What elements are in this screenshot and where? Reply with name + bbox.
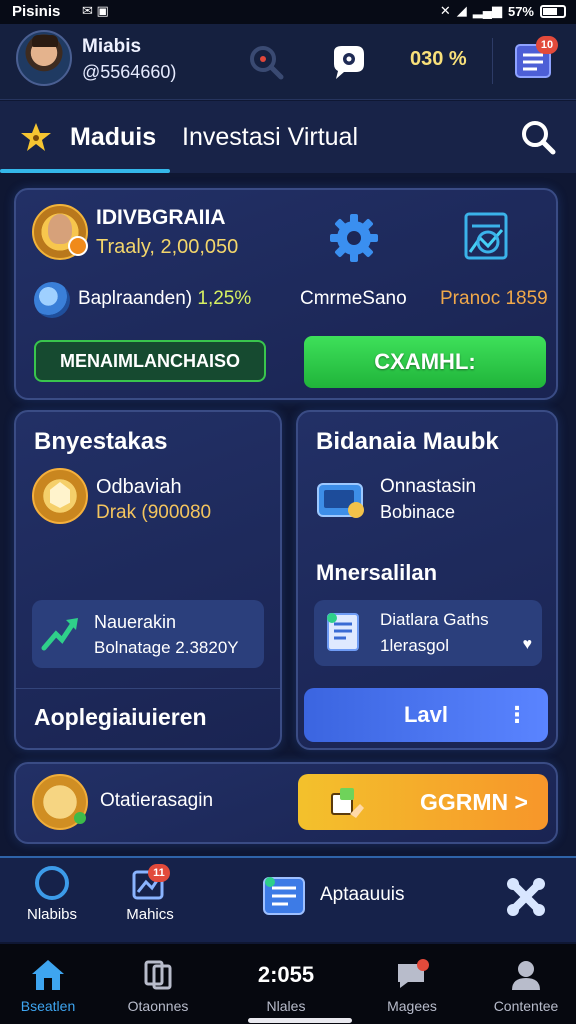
profile-stat-label: Baplraanden) bbox=[78, 288, 193, 309]
profile-name: IDIVBGRAIIA bbox=[96, 206, 226, 229]
message-icon bbox=[394, 958, 430, 992]
profile-stat-value: 1,25% bbox=[197, 288, 252, 309]
carrier-name: Pisinis bbox=[12, 3, 61, 20]
market-action-label: Lavl bbox=[403, 702, 449, 727]
search-icon[interactable] bbox=[518, 117, 558, 157]
market-inner-line2: 1lerasgol bbox=[380, 636, 449, 655]
status-notification-icons: ✉ ▣ bbox=[82, 3, 109, 18]
subnav-item-nlabibs[interactable]: Nlabibs bbox=[14, 866, 90, 923]
star-icon bbox=[20, 121, 52, 153]
tab-bar: Maduis Investasi Virtual bbox=[0, 101, 576, 173]
list-card-icon bbox=[262, 874, 306, 918]
user-name: Miabis bbox=[82, 36, 142, 57]
subnav-item-label: Mahics bbox=[126, 906, 174, 923]
document-icon bbox=[324, 610, 366, 656]
tab-virtual-investment[interactable]: Investasi Virtual bbox=[182, 123, 358, 152]
subnav-item-label: Nlabibs bbox=[26, 906, 78, 923]
profile-summary-card: IDIVBGRAIIA Traaly, 2,00,050 Baplraanden… bbox=[14, 188, 558, 400]
investment-card-title: Bnyestakas bbox=[34, 428, 168, 455]
percent-indicator: 030 % bbox=[410, 48, 467, 70]
token-coin-icon bbox=[32, 468, 88, 524]
investment-inner-line2: Bolnatage 2.3820Y bbox=[94, 638, 239, 657]
market-line2: Bobinace bbox=[380, 502, 456, 522]
nav-home-label: Bseatlen bbox=[20, 998, 76, 1014]
profile-coin-avatar bbox=[32, 204, 88, 260]
nav-home[interactable]: Bseatlen bbox=[0, 958, 98, 1014]
investment-footer-link[interactable]: Aoplegiaiuieren bbox=[34, 704, 207, 731]
bottom-nav: Bseatlen Otaonnes 2:055 Nlales Magees Co… bbox=[0, 944, 576, 1024]
market-inner-line1: Diatlara Gaths bbox=[380, 610, 489, 629]
nav-messages[interactable]: Magees bbox=[362, 958, 462, 1014]
gift-hand-icon bbox=[326, 784, 366, 820]
secondary-nav: Nlabibs 11 Mahics Aptaauuis bbox=[0, 856, 576, 942]
investment-divider bbox=[16, 688, 280, 689]
active-tab-indicator bbox=[0, 169, 170, 173]
subnav-item-mahics[interactable]: 11 Mahics bbox=[112, 864, 188, 923]
investment-line2: Drak (900080 bbox=[96, 502, 212, 523]
home-indicator bbox=[248, 1018, 352, 1023]
battery-icon bbox=[540, 4, 566, 18]
header-divider bbox=[492, 38, 493, 84]
signal-icon: ▂▄▆ bbox=[472, 3, 502, 18]
battery-percent: 57% bbox=[507, 3, 534, 19]
profile-promo-label: Pranoc 1859 bbox=[440, 288, 548, 309]
mute-icon: ✕ bbox=[439, 3, 451, 18]
tab-main[interactable]: Maduis bbox=[70, 123, 156, 152]
gift-coin-icon bbox=[32, 774, 88, 830]
status-right-group: ✕ ◢ ▂▄▆ 57% bbox=[440, 3, 566, 19]
trend-up-arrow-icon bbox=[40, 614, 80, 654]
nav-contacts[interactable]: Contentee bbox=[476, 958, 576, 1014]
investment-inner-line1: Nauerakin bbox=[94, 612, 177, 632]
subnav-badge: 11 bbox=[148, 864, 170, 882]
cards-icon bbox=[140, 958, 176, 992]
nav-otaonnes[interactable]: Otaonnes bbox=[108, 958, 208, 1014]
notification-badge: 10 bbox=[536, 36, 558, 54]
gear-icon[interactable] bbox=[328, 212, 380, 264]
profile-mid-label: CmrmeSano bbox=[300, 288, 407, 309]
primary-green-button[interactable]: CXAMHL: bbox=[304, 336, 546, 388]
person-icon bbox=[508, 958, 544, 992]
analytics-chart-icon[interactable] bbox=[458, 208, 514, 264]
home-icon bbox=[30, 958, 66, 992]
investment-inner-panel[interactable]: Nauerakin Bolnatage 2.3820Y bbox=[32, 600, 264, 668]
bonus-label: Otatierasagin bbox=[100, 790, 214, 811]
bonus-button-label: GGRMN > bbox=[420, 789, 528, 815]
wallet-icon bbox=[316, 480, 366, 520]
bonus-card: Otatierasagin GGRMN > bbox=[14, 762, 558, 844]
investment-card: Bnyestakas Odbaviah Drak (900080 Nauerak… bbox=[14, 410, 282, 750]
nav-item-label: Nlales bbox=[266, 998, 306, 1014]
market-action-button[interactable]: Lavl ⋮ bbox=[304, 688, 548, 742]
app-header: Miabis @5564660) 030 % 10 bbox=[0, 24, 576, 100]
subnav-item-label: Aptaauuis bbox=[320, 884, 405, 905]
outline-action-button[interactable]: MENAIMLANCHAISO bbox=[34, 340, 266, 382]
bonus-action-button[interactable]: GGRMN > bbox=[298, 774, 548, 830]
circle-icon bbox=[35, 866, 69, 900]
more-options-icon[interactable]: ⋮ bbox=[506, 688, 528, 742]
profile-trade-value: Traaly, 2,00,050 bbox=[96, 236, 239, 258]
market-inner-panel[interactable]: Diatlara Gaths 1lerasgol ♥ bbox=[314, 600, 542, 666]
market-line1: Onnastasin bbox=[380, 476, 477, 497]
market-subtitle: Mnersalilan bbox=[316, 560, 438, 585]
notifications-list-icon[interactable]: 10 bbox=[510, 36, 558, 84]
shuffle-icon[interactable] bbox=[496, 872, 556, 926]
edit-chart-icon: 11 bbox=[132, 864, 170, 900]
globe-icon bbox=[34, 282, 70, 318]
investment-line1: Odbaviah bbox=[96, 476, 182, 498]
nav-item-label: Magees bbox=[387, 998, 437, 1014]
profile-stat: Baplraanden) 1,25% bbox=[78, 288, 251, 310]
nav-item-label: Contentee bbox=[493, 998, 559, 1014]
user-avatar[interactable] bbox=[16, 30, 72, 86]
user-id: @5564660) bbox=[82, 62, 177, 82]
status-bar: Pisinis ✉ ▣ ✕ ◢ ▂▄▆ 57% bbox=[0, 0, 576, 24]
favorite-icon[interactable]: ♥ bbox=[523, 636, 533, 654]
market-card: Bidanaia Maubk Onnastasin Bobinace Mners… bbox=[296, 410, 558, 750]
nav-item-label: Otaonnes bbox=[127, 998, 189, 1014]
market-card-title: Bidanaia Maubk bbox=[316, 428, 499, 455]
chat-bubble-icon[interactable] bbox=[326, 40, 370, 84]
nav-nlales[interactable]: 2:055 Nlales bbox=[236, 958, 336, 1014]
nav-time-display: 2:055 bbox=[257, 962, 315, 987]
search-icon[interactable] bbox=[244, 40, 288, 84]
wifi-icon: ◢ bbox=[456, 3, 467, 18]
